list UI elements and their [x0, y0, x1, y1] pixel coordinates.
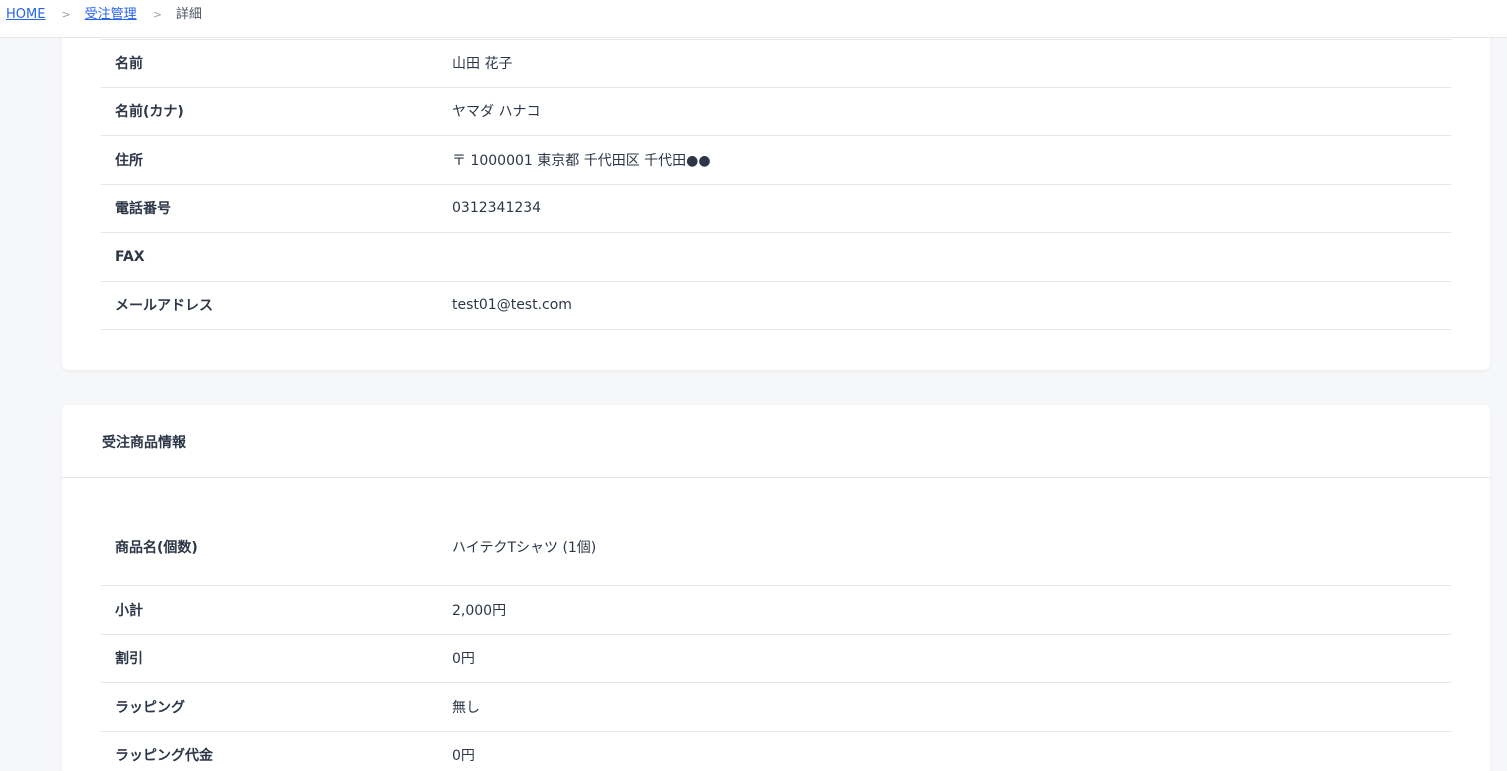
- row-label: 名前(カナ): [115, 104, 184, 121]
- row-value: 0円: [452, 651, 475, 668]
- customer-row-name: 名前 山田 花子: [101, 39, 1451, 88]
- order-row-wrapping-fee: ラッピング代金 0円: [101, 732, 1451, 771]
- customer-row-name-kana: 名前(カナ) ヤマダ ハナコ: [101, 88, 1451, 136]
- order-items-table: 商品名(個数) ハイテクTシャツ (1個) 小計 2,000円 割引 0円 ラッ…: [101, 509, 1451, 771]
- breadcrumb-home-link[interactable]: HOME: [6, 7, 45, 23]
- row-value: ヤマダ ハナコ: [452, 104, 541, 121]
- customer-row-email: メールアドレス test01@test.com: [101, 282, 1451, 330]
- customer-row-phone: 電話番号 0312341234: [101, 185, 1451, 233]
- row-value: 0312341234: [452, 200, 542, 217]
- row-label: 商品名(個数): [115, 540, 198, 556]
- customer-info-card: 名前 山田 花子 名前(カナ) ヤマダ ハナコ 住所 〒 1000001 東京都…: [62, 0, 1490, 370]
- row-label: ラッピング代金: [115, 748, 213, 765]
- row-label: 小計: [115, 602, 143, 619]
- breadcrumb-separator: >: [61, 8, 71, 21]
- customer-row-address: 住所 〒 1000001 東京都 千代田区 千代田●●: [101, 136, 1451, 185]
- breadcrumb: HOME > 受注管理 > 詳細: [6, 7, 202, 23]
- row-label: 電話番号: [115, 201, 171, 218]
- card-title: 受注商品情報: [102, 435, 186, 451]
- order-detail-page: HOME > 受注管理 > 詳細 名前 山田 花子 名前(カナ) ヤマダ ハナコ…: [0, 0, 1507, 771]
- row-value: 0円: [452, 748, 475, 765]
- row-value: 〒 1000001 東京都 千代田区 千代田●●: [452, 152, 711, 169]
- breadcrumb-current: 詳細: [175, 7, 202, 22]
- order-row-subtotal: 小計 2,000円: [101, 586, 1451, 635]
- row-value: 山田 花子: [452, 56, 513, 73]
- row-label: 住所: [115, 152, 143, 169]
- row-label: FAX: [115, 248, 145, 265]
- order-row-product: 商品名(個数) ハイテクTシャツ (1個): [101, 509, 1451, 586]
- order-items-card: 受注商品情報 商品名(個数) ハイテクTシャツ (1個) 小計 2,000円 割…: [62, 405, 1490, 771]
- row-label: メールアドレス: [115, 298, 213, 315]
- order-row-discount: 割引 0円: [101, 635, 1451, 683]
- row-value: ハイテクTシャツ (1個): [452, 540, 597, 556]
- row-value: 2,000円: [452, 602, 507, 619]
- customer-info-table: 名前 山田 花子 名前(カナ) ヤマダ ハナコ 住所 〒 1000001 東京都…: [101, 39, 1451, 330]
- top-bar: HOME > 受注管理 > 詳細: [0, 0, 1507, 38]
- row-label: ラッピング: [115, 699, 185, 716]
- breadcrumb-orders-link[interactable]: 受注管理: [85, 7, 137, 23]
- row-value: test01@test.com: [452, 297, 572, 314]
- card-header: 受注商品情報: [62, 405, 1490, 478]
- breadcrumb-separator: >: [152, 8, 162, 21]
- row-label: 割引: [115, 651, 143, 668]
- customer-row-fax: FAX: [101, 233, 1451, 282]
- order-row-wrapping: ラッピング 無し: [101, 683, 1451, 732]
- row-value: 無し: [452, 699, 480, 716]
- row-label: 名前: [115, 56, 143, 73]
